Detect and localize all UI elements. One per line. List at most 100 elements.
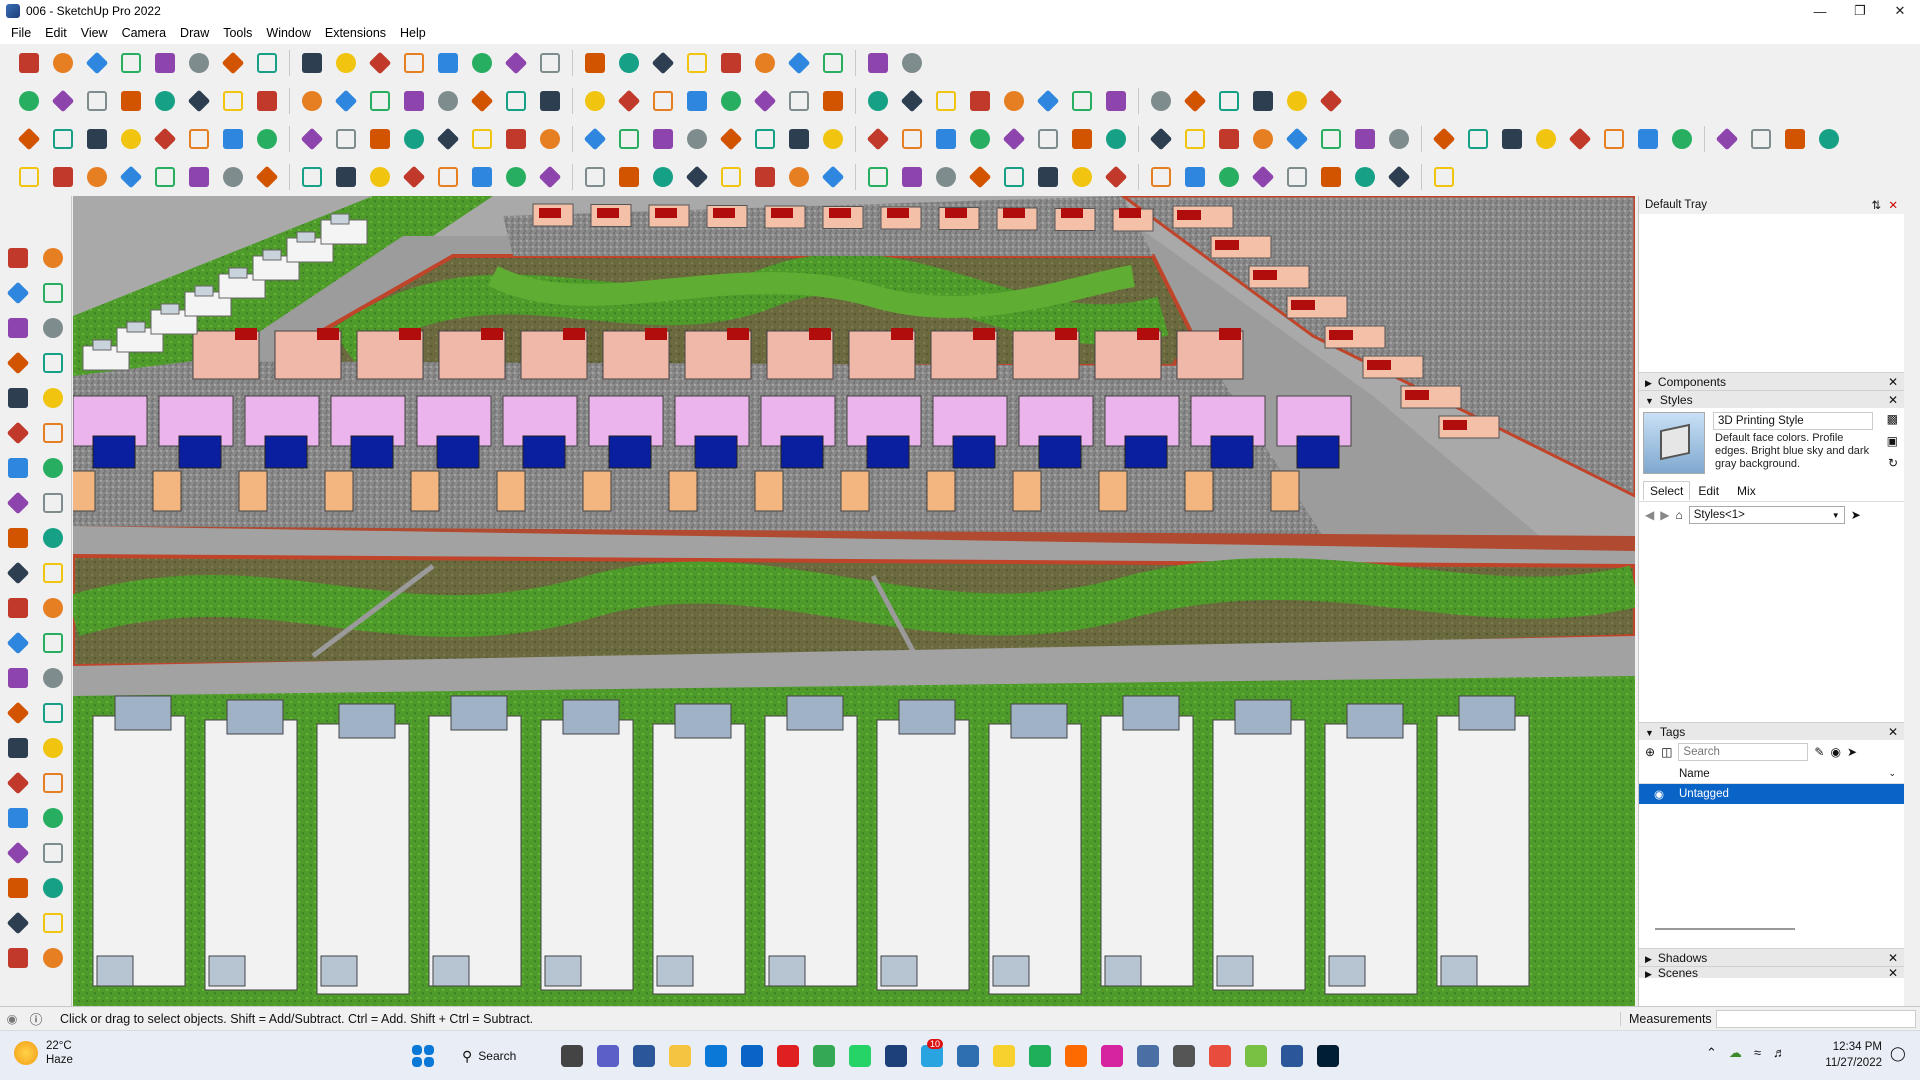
tool-2-u-button[interactable] <box>818 124 848 154</box>
chevron-up-icon[interactable]: ⌃ <box>1706 1045 1717 1061</box>
menu-view[interactable]: View <box>74 26 115 40</box>
dimension-tool-button[interactable] <box>37 627 69 659</box>
tool-3-ad-button[interactable] <box>1033 162 1063 192</box>
tool-3-k-button[interactable] <box>467 162 497 192</box>
tool-2-e-button[interactable] <box>252 124 282 154</box>
tool-0-select-button[interactable] <box>48 48 78 78</box>
minimize-icon[interactable]: — <box>1800 0 1840 22</box>
tool-1-ad-button[interactable] <box>1033 86 1063 116</box>
tool-1-h-button[interactable] <box>365 86 395 116</box>
protractor-tool-button[interactable] <box>2 662 34 694</box>
tool-0-zoom-extents-button[interactable] <box>614 48 644 78</box>
menu-extensions[interactable]: Extensions <box>318 26 393 40</box>
measurements-input[interactable] <box>1716 1009 1916 1028</box>
file-explorer-taskbar-button[interactable] <box>665 1041 695 1071</box>
scale-tool-button[interactable] <box>2 592 34 624</box>
zoom-tool-button[interactable] <box>2 767 34 799</box>
tool-0-user-button[interactable] <box>818 48 848 78</box>
circle-tool-button[interactable] <box>2 417 34 449</box>
tool-3-c-button[interactable] <box>184 162 214 192</box>
sandbox-3-tool-button[interactable] <box>2 942 34 974</box>
tool-1-ak-button[interactable] <box>1282 86 1312 116</box>
tool-2-ab-button[interactable] <box>965 124 995 154</box>
tool-1-aa-button[interactable] <box>931 86 961 116</box>
orbit-2-tool-button[interactable] <box>2 732 34 764</box>
tool-1-ag-button[interactable] <box>1146 86 1176 116</box>
tab-mix[interactable]: Mix <box>1727 482 1766 500</box>
tool-2-aw-button[interactable] <box>1712 124 1742 154</box>
tool-3-g-button[interactable] <box>331 162 361 192</box>
tool-2-an-button[interactable] <box>1384 124 1414 154</box>
edge-taskbar-button[interactable] <box>701 1041 731 1071</box>
tool-1-e-button[interactable] <box>252 86 282 116</box>
sandbox-2-tool-button[interactable] <box>37 907 69 939</box>
details-arrow-icon[interactable]: ➤ <box>1851 508 1861 522</box>
tool-3-ag-button[interactable] <box>1146 162 1176 192</box>
components-panel-header[interactable]: ▶ Components ✕ <box>1639 372 1904 390</box>
pencil-tool-button[interactable] <box>2 347 34 379</box>
zoom-extents-tool-button[interactable] <box>2 802 34 834</box>
tool-3-ac-button[interactable] <box>999 162 1029 192</box>
tool-3-aj-button[interactable] <box>1248 162 1278 192</box>
offset-tool-button[interactable] <box>37 592 69 624</box>
settings-taskbar-button[interactable] <box>1169 1041 1199 1071</box>
tool-3-u-button[interactable] <box>818 162 848 192</box>
zoom-window-tool-button[interactable] <box>37 767 69 799</box>
tool-2-x-button[interactable] <box>14 124 44 154</box>
tool-0-rotate-button[interactable] <box>331 48 361 78</box>
walk-tool-button[interactable] <box>2 872 34 904</box>
notepad-taskbar-button[interactable] <box>1277 1041 1307 1071</box>
pencil-icon[interactable]: ✎ <box>1814 745 1824 759</box>
tool-2-au-button[interactable] <box>1633 124 1663 154</box>
tool-2-a-button[interactable] <box>116 124 146 154</box>
menu-edit[interactable]: Edit <box>38 26 74 40</box>
tool-2-f-button[interactable] <box>297 124 327 154</box>
tool-3-aa-button[interactable] <box>931 162 961 192</box>
tool-2-aj-button[interactable] <box>1248 124 1278 154</box>
move-tool-button[interactable] <box>2 522 34 554</box>
tool-3-af-button[interactable] <box>1101 162 1131 192</box>
notifications-icon[interactable]: ◯ <box>1890 1045 1906 1062</box>
tool-3-ak-button[interactable] <box>1282 162 1312 192</box>
tags-search-input[interactable] <box>1678 743 1809 761</box>
tool-0-fredo-button[interactable] <box>897 48 927 78</box>
tool-0-components-button[interactable] <box>716 48 746 78</box>
tool-2-i-button[interactable] <box>399 124 429 154</box>
tool-2-av-button[interactable] <box>1667 124 1697 154</box>
tool-3-w-button[interactable] <box>897 162 927 192</box>
tool-2-q-button[interactable] <box>682 124 712 154</box>
tool-1-a-button[interactable] <box>116 86 146 116</box>
home-icon[interactable]: ⌂ <box>1675 508 1682 522</box>
photoshop-taskbar-button[interactable] <box>1313 1041 1343 1071</box>
tool-2-g-button[interactable] <box>331 124 361 154</box>
tool-1-w-button[interactable] <box>897 86 927 116</box>
menu-help[interactable]: Help <box>393 26 433 40</box>
arc-tool-button[interactable] <box>2 452 34 484</box>
style-thumbnail[interactable] <box>1643 412 1705 474</box>
tool-2-ad-button[interactable] <box>1033 124 1063 154</box>
chrome-taskbar-button[interactable] <box>809 1041 839 1071</box>
tool-3-v-button[interactable] <box>863 162 893 192</box>
tool-0-zoom-window-button[interactable] <box>580 48 610 78</box>
tool-1-f-button[interactable] <box>297 86 327 116</box>
push-pull-tool-button[interactable] <box>37 522 69 554</box>
tool-1-k-button[interactable] <box>467 86 497 116</box>
tool-0-pan-button[interactable] <box>535 48 565 78</box>
taskbar-search-button[interactable]: ⚲ Search <box>452 1041 542 1071</box>
tags-close-icon[interactable]: ✕ <box>1888 725 1898 739</box>
details-arrow-icon[interactable]: ➤ <box>1847 745 1857 759</box>
android-taskbar-button[interactable] <box>1241 1041 1271 1071</box>
tags-panel-header[interactable]: ▼ Tags ✕ <box>1639 722 1904 740</box>
tool-2-ac-button[interactable] <box>999 124 1029 154</box>
tool-0-styles-button[interactable] <box>750 48 780 78</box>
paint-tool-button[interactable] <box>2 277 34 309</box>
office-taskbar-button[interactable] <box>1205 1041 1235 1071</box>
add-folder-icon[interactable]: ◫ <box>1661 745 1672 759</box>
tool-3-ae-button[interactable] <box>1067 162 1097 192</box>
follow-me-tool-button[interactable] <box>37 557 69 589</box>
teams-taskbar-button[interactable] <box>593 1041 623 1071</box>
tool-1-y-button[interactable] <box>48 86 78 116</box>
text-tool-button[interactable] <box>37 662 69 694</box>
maximize-icon[interactable]: ❐ <box>1840 0 1880 22</box>
tool-2-c-button[interactable] <box>184 124 214 154</box>
